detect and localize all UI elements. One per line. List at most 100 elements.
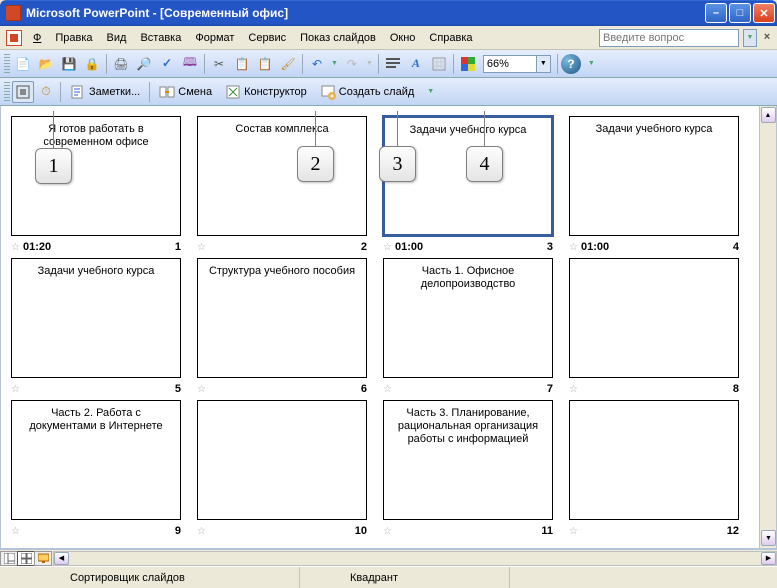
doc-close-button[interactable]: × bbox=[759, 30, 775, 46]
show-formatting-button[interactable]: A bbox=[405, 53, 427, 75]
slide-cell[interactable]: ☆8 bbox=[569, 258, 739, 398]
grid-guides-button[interactable] bbox=[428, 53, 450, 75]
slide-number: 5 bbox=[175, 383, 181, 395]
menu-edit[interactable]: Правка bbox=[48, 29, 99, 47]
slide-thumbnail[interactable] bbox=[197, 400, 367, 520]
slide-cell[interactable]: Часть 1. Офисное делопроизводство☆7 bbox=[383, 258, 553, 398]
scroll-up-button[interactable]: ▲ bbox=[761, 107, 776, 123]
design-button[interactable]: Конструктор bbox=[219, 81, 313, 103]
menu-view[interactable]: Вид bbox=[100, 29, 134, 47]
slide-cell[interactable]: Часть 3. Планирование, рациональная орга… bbox=[383, 400, 553, 540]
slide-title: Структура учебного пособия bbox=[204, 265, 360, 278]
slide-thumbnail[interactable]: Часть 2. Работа с документами в Интернет… bbox=[11, 400, 181, 520]
vertical-scrollbar[interactable]: ▲ ▼ bbox=[759, 106, 776, 548]
slide-cell[interactable]: Часть 2. Работа с документами в Интернет… bbox=[11, 400, 181, 540]
slide-cell[interactable]: ☆12 bbox=[569, 400, 739, 540]
menu-file[interactable]: Ф bbox=[26, 29, 48, 47]
slide-meta: ☆8 bbox=[569, 380, 739, 398]
status-mode: Сортировщик слайдов bbox=[0, 567, 300, 588]
paste-button[interactable]: 📋 bbox=[254, 53, 276, 75]
spellcheck-button[interactable]: ✓ bbox=[156, 53, 178, 75]
ask-question-input[interactable] bbox=[599, 29, 739, 47]
undo-dropdown[interactable]: ▼ bbox=[329, 60, 340, 67]
color-grayscale-button[interactable] bbox=[457, 53, 479, 75]
slide-cell[interactable]: Структура учебного пособия☆6 bbox=[197, 258, 367, 398]
slide-thumbnail[interactable] bbox=[569, 400, 739, 520]
hide-slide-button[interactable] bbox=[12, 81, 34, 103]
transition-button[interactable]: Смена bbox=[153, 81, 218, 103]
slide-meta: ☆9 bbox=[11, 522, 181, 540]
slide-number: 4 bbox=[733, 241, 739, 253]
print-preview-button[interactable]: 🔎 bbox=[133, 53, 155, 75]
toolbar-grip[interactable] bbox=[4, 54, 10, 74]
slideshow-view-button[interactable] bbox=[34, 551, 52, 566]
slide-thumbnail[interactable]: Я готов работать в современном офисе bbox=[11, 116, 181, 236]
zoom-dropdown[interactable]: ▼ bbox=[537, 55, 551, 73]
separator bbox=[378, 54, 379, 74]
undo-button[interactable]: ↶ bbox=[306, 53, 328, 75]
new-slide-button[interactable]: Создать слайд bbox=[314, 81, 420, 103]
slide-thumbnail[interactable]: Задачи учебного курса bbox=[569, 116, 739, 236]
slide-thumbnail[interactable]: Задачи учебного курса bbox=[383, 116, 553, 236]
menu-help[interactable]: Справка bbox=[422, 29, 479, 47]
slide-thumbnail[interactable]: Состав комплекса bbox=[197, 116, 367, 236]
zoom-input[interactable] bbox=[483, 55, 537, 73]
menu-format[interactable]: Формат bbox=[188, 29, 241, 47]
titlebar: Microsoft PowerPoint - [Современный офис… bbox=[0, 0, 777, 26]
standard-toolbar: 📄 📂 💾 🔒 🖨 🔎 ✓ 🕮 ✂ 📋 📋 🖌 ↶ ▼ ↷ ▼ A ▼ ? ▼ bbox=[0, 50, 777, 78]
normal-view-button[interactable] bbox=[0, 551, 18, 566]
transition-icon: ☆ bbox=[197, 242, 206, 253]
scroll-down-button[interactable]: ▼ bbox=[761, 530, 776, 546]
slide-thumbnail[interactable] bbox=[569, 258, 739, 378]
slide-cell[interactable]: Задачи учебного курса☆01:003 bbox=[383, 116, 553, 256]
view-bar: ◀ ▶ bbox=[0, 549, 777, 566]
slide-number: 6 bbox=[361, 383, 367, 395]
toolbar-options-dropdown[interactable]: ▼ bbox=[586, 60, 597, 67]
toolbar-grip[interactable] bbox=[4, 82, 10, 102]
new-button[interactable]: 📄 bbox=[12, 53, 34, 75]
slide-thumbnail[interactable]: Часть 3. Планирование, рациональная орга… bbox=[383, 400, 553, 520]
menu-tools[interactable]: Сервис bbox=[241, 29, 293, 47]
format-painter-button[interactable]: 🖌 bbox=[277, 53, 299, 75]
save-button[interactable]: 💾 bbox=[58, 53, 80, 75]
minimize-button[interactable]: – bbox=[705, 3, 727, 23]
open-button[interactable]: 📂 bbox=[35, 53, 57, 75]
copy-button[interactable]: 📋 bbox=[231, 53, 253, 75]
summary-slide-button[interactable] bbox=[382, 53, 404, 75]
transition-icon: ☆ bbox=[383, 242, 392, 253]
menu-slideshow[interactable]: Показ слайдов bbox=[293, 29, 383, 47]
scroll-right-button[interactable]: ▶ bbox=[761, 552, 776, 565]
slide-cell[interactable]: Задачи учебного курса☆01:004 bbox=[569, 116, 739, 256]
separator bbox=[557, 54, 558, 74]
close-button[interactable]: ✕ bbox=[753, 3, 775, 23]
research-button[interactable]: 🕮 bbox=[179, 53, 201, 75]
maximize-button[interactable]: □ bbox=[729, 3, 751, 23]
slide-thumbnail[interactable]: Структура учебного пособия bbox=[197, 258, 367, 378]
help-button[interactable]: ? bbox=[561, 54, 581, 74]
doc-control-icon[interactable] bbox=[6, 30, 22, 46]
slide-cell[interactable]: Я готов работать в современном офисе☆01:… bbox=[11, 116, 181, 256]
toolbar2-options-dropdown[interactable]: ▼ bbox=[425, 88, 436, 95]
slides-area[interactable]: Я готов работать в современном офисе☆01:… bbox=[11, 116, 756, 548]
app-icon bbox=[5, 5, 21, 21]
permissions-button[interactable]: 🔒 bbox=[81, 53, 103, 75]
rehearse-timings-button[interactable]: ⏱ bbox=[35, 81, 57, 103]
scroll-left-button[interactable]: ◀ bbox=[54, 552, 69, 565]
menu-window[interactable]: Окно bbox=[383, 29, 423, 47]
redo-dropdown[interactable]: ▼ bbox=[364, 60, 375, 67]
slide-cell[interactable]: ☆10 bbox=[197, 400, 367, 540]
notes-button[interactable]: Заметки... bbox=[64, 81, 146, 103]
slide-cell[interactable]: Задачи учебного курса☆5 bbox=[11, 258, 181, 398]
slide-thumbnail[interactable]: Часть 1. Офисное делопроизводство bbox=[383, 258, 553, 378]
ask-question-box[interactable] bbox=[599, 29, 739, 47]
horizontal-scrollbar[interactable]: ◀ ▶ bbox=[53, 551, 777, 566]
print-button[interactable]: 🖨 bbox=[110, 53, 132, 75]
redo-button[interactable]: ↷ bbox=[341, 53, 363, 75]
menu-insert[interactable]: Вставка bbox=[133, 29, 188, 47]
cut-button[interactable]: ✂ bbox=[208, 53, 230, 75]
slide-meta: ☆12 bbox=[569, 522, 739, 540]
slide-thumbnail[interactable]: Задачи учебного курса bbox=[11, 258, 181, 378]
ask-question-dropdown[interactable]: ▼ bbox=[743, 29, 757, 47]
slide-sorter-view-button[interactable] bbox=[17, 551, 35, 566]
slide-cell[interactable]: Состав комплекса☆2 bbox=[197, 116, 367, 256]
